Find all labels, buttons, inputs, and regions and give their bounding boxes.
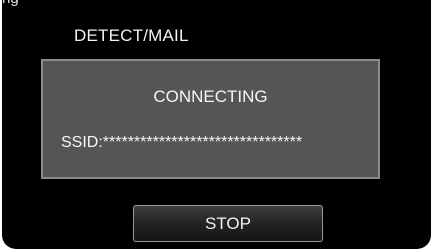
camera-screen-frame: ng DETECT/MAIL CONNECTING SSID:*********… — [0, 0, 431, 249]
stop-button[interactable]: STOP — [133, 205, 323, 242]
connection-dialog: CONNECTING SSID:************************… — [41, 59, 380, 179]
camera-screen: ng DETECT/MAIL CONNECTING SSID:*********… — [2, 0, 431, 249]
screen-title: DETECT/MAIL — [74, 26, 189, 45]
ssid-value: ******************************** — [102, 134, 303, 151]
ssid-label: SSID: — [61, 134, 103, 151]
ssid-row: SSID:******************************** — [61, 134, 302, 152]
stop-button-label: STOP — [205, 213, 251, 233]
connection-status: CONNECTING — [153, 87, 268, 106]
cropped-top-text: ng — [2, 0, 19, 6]
